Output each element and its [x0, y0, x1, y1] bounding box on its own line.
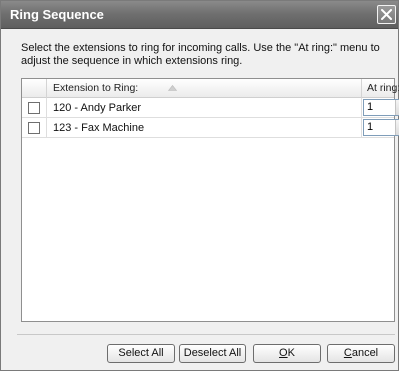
cancel-mnemonic: C	[343, 347, 352, 359]
row-checkbox[interactable]	[28, 102, 40, 114]
title-bar[interactable]: Ring Sequence	[1, 1, 398, 29]
row-ring-cell: 1	[362, 98, 399, 118]
select-all-button[interactable]: Select All	[107, 344, 175, 363]
header-at-ring-column[interactable]: At ring:	[362, 79, 399, 98]
deselect-all-button[interactable]: Deselect All	[179, 344, 246, 363]
cancel-label-rest: ancel	[351, 347, 379, 359]
extensions-list: Extension to Ring: At ring: 120 - Andy P…	[21, 78, 399, 322]
at-ring-value: 1	[367, 101, 374, 113]
instructions-text: Select the extensions to ring for incomi…	[21, 42, 380, 67]
ok-button[interactable]: OK	[253, 344, 321, 363]
row-ring-cell: 1	[362, 118, 399, 138]
sort-ascending-icon	[168, 85, 177, 91]
ok-mnemonic: O	[279, 347, 288, 359]
row-check-cell	[22, 98, 47, 118]
header-at-ring-label: At ring:	[367, 82, 399, 94]
at-ring-select[interactable]: 1	[363, 99, 399, 116]
list-header: Extension to Ring: At ring:	[22, 79, 399, 98]
row-checkbox[interactable]	[28, 122, 40, 134]
header-check-column	[22, 79, 47, 98]
header-extension-column[interactable]: Extension to Ring:	[47, 79, 362, 98]
row-check-cell	[22, 118, 47, 138]
row-extension-label: 120 - Andy Parker	[53, 102, 142, 114]
table-row[interactable]: 123 - Fax Machine 1	[22, 118, 399, 138]
ok-label-rest: K	[287, 347, 295, 359]
row-extension-cell: 120 - Andy Parker	[47, 98, 362, 118]
ring-sequence-dialog: Ring Sequence Select the extensions to r…	[0, 0, 399, 371]
dropdown-arrow[interactable]	[395, 120, 399, 135]
row-extension-label: 123 - Fax Machine	[53, 122, 145, 134]
close-icon	[381, 9, 392, 20]
at-ring-select[interactable]: 1	[363, 119, 399, 136]
row-extension-cell: 123 - Fax Machine	[47, 118, 362, 138]
divider	[17, 334, 395, 335]
at-ring-value: 1	[367, 121, 374, 133]
table-row[interactable]: 120 - Andy Parker 1	[22, 98, 399, 118]
header-extension-label: Extension to Ring:	[53, 82, 139, 94]
close-button[interactable]	[377, 5, 396, 24]
dropdown-arrow[interactable]	[395, 100, 399, 115]
cancel-button[interactable]: Cancel	[327, 344, 395, 363]
dialog-title: Ring Sequence	[10, 7, 104, 22]
